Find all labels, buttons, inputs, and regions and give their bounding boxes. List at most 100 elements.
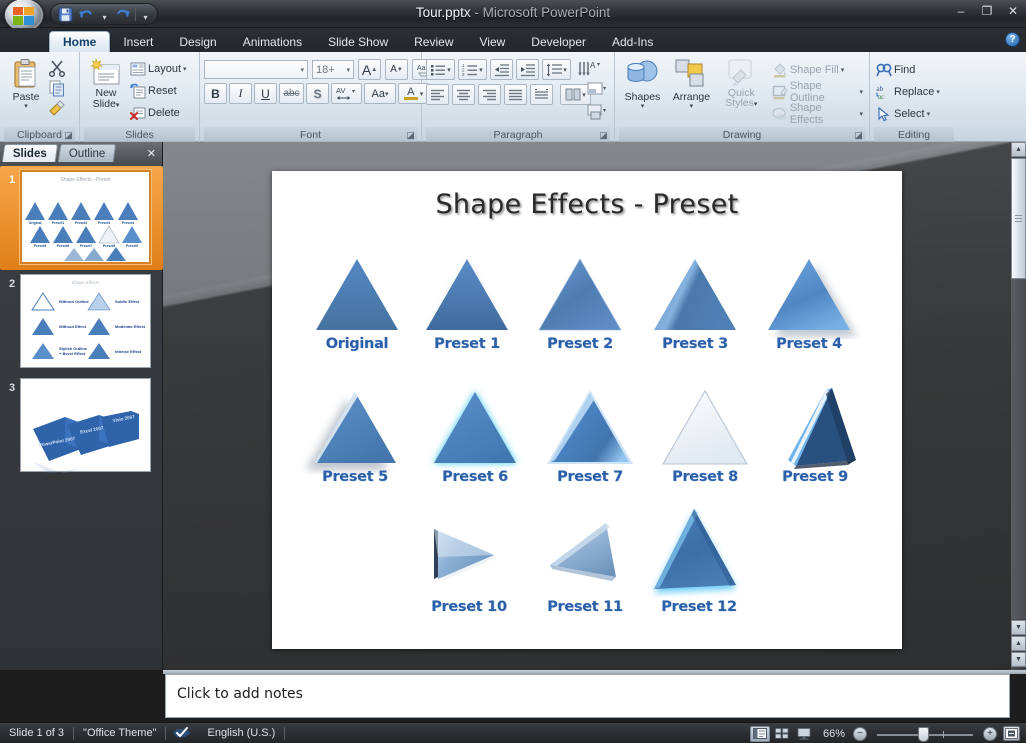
text-direction-icon[interactable]: A ▾	[578, 60, 602, 80]
fit-to-window-icon[interactable]	[1003, 726, 1020, 741]
zoom-out-button[interactable]: −	[853, 726, 867, 741]
slide-thumbnail-1[interactable]: 1 Shape Effects - Preset Original Preset…	[0, 166, 163, 270]
find-button[interactable]: Find	[874, 59, 917, 81]
undo-dropdown-icon[interactable]: ▾	[98, 6, 111, 22]
select-button[interactable]: Select ▾	[874, 103, 932, 125]
tab-animations[interactable]: Animations	[230, 31, 315, 52]
shape-cell-preset-11[interactable]: Preset 11	[526, 511, 644, 623]
status-theme[interactable]: "Office Theme"	[74, 723, 165, 743]
slide-title[interactable]: Shape Effects - Preset	[272, 189, 902, 220]
paste-caret-icon[interactable]: ▾	[24, 103, 28, 110]
decrease-indent-button[interactable]	[490, 59, 513, 80]
tab-view[interactable]: View	[467, 31, 519, 52]
quick-styles-caret-icon[interactable]: ▾	[754, 101, 758, 108]
shape-cell-preset-5[interactable]: Preset 5	[296, 384, 414, 496]
shape-cell-preset-12[interactable]: Preset 12	[640, 501, 758, 615]
zoom-level-label[interactable]: 66%	[815, 723, 853, 743]
layout-caret-icon[interactable]: ▾	[183, 65, 187, 73]
numbering-button[interactable]: 123 ▾	[458, 59, 487, 80]
next-slide-icon[interactable]: ▼	[1011, 652, 1026, 667]
shapes-button[interactable]: Shapes ▾	[619, 55, 666, 110]
shape-fill-caret-icon[interactable]: ▾	[841, 66, 845, 74]
tab-slide-show[interactable]: Slide Show	[315, 31, 401, 52]
restore-button[interactable]: ❐	[978, 2, 996, 20]
shape-effects-button[interactable]: Shape Effects ▾	[770, 102, 865, 126]
copy-icon[interactable]	[48, 79, 68, 98]
shape-cell-original[interactable]: Original	[298, 251, 416, 363]
text-shadow-button[interactable]: S	[306, 83, 329, 104]
previous-slide-icon[interactable]: ▲	[1011, 636, 1026, 651]
slide-thumbnail-3[interactable]: 3 PowerPoint 2007 Excel 2007 Visio 2007	[0, 374, 163, 478]
scroll-up-icon[interactable]: ▲	[1011, 142, 1026, 157]
align-text-icon[interactable]: ▾	[587, 82, 609, 101]
justify-button[interactable]	[504, 84, 527, 105]
clipboard-dialog-launcher[interactable]: ◪	[63, 130, 74, 141]
drawing-dialog-launcher[interactable]: ◪	[853, 130, 864, 141]
line-spacing-button[interactable]: ▾	[542, 59, 571, 80]
font-name-combobox[interactable]: ▾	[204, 60, 308, 79]
strikethrough-button[interactable]: abc	[279, 83, 304, 104]
shape-cell-preset-3[interactable]: Preset 3	[636, 251, 754, 363]
save-icon[interactable]	[56, 6, 74, 23]
replace-button[interactable]: ab ac Replace ▾	[874, 81, 942, 103]
zoom-slider[interactable]	[871, 726, 979, 742]
tab-developer[interactable]: Developer	[518, 31, 599, 52]
delete-slide-button[interactable]: Delete	[128, 102, 189, 124]
zoom-slider-thumb[interactable]	[918, 726, 929, 742]
grow-font-button[interactable]: A ▲	[358, 59, 381, 80]
slide-sorter-icon[interactable]	[772, 726, 792, 742]
font-dialog-launcher[interactable]: ◪	[405, 130, 416, 141]
change-case-button[interactable]: Aa ▾	[364, 83, 396, 104]
arrange-button[interactable]: Arrange ▾	[666, 55, 717, 110]
quick-styles-button[interactable]: Quick Styles▾	[717, 55, 766, 108]
tab-add-ins[interactable]: Add-Ins	[599, 31, 666, 52]
slide-show-icon[interactable]	[794, 726, 814, 742]
tab-home[interactable]: Home	[49, 31, 111, 52]
reset-button[interactable]: Reset	[128, 80, 189, 102]
bold-button[interactable]: B	[204, 83, 227, 104]
status-slide-counter[interactable]: Slide 1 of 3	[0, 723, 73, 743]
format-painter-icon[interactable]	[48, 99, 68, 118]
status-language[interactable]: English (U.S.)	[198, 723, 284, 743]
character-spacing-button[interactable]: AV ▾	[331, 83, 362, 104]
shape-outline-caret-icon[interactable]: ▾	[859, 88, 863, 96]
scrollbar-thumb[interactable]	[1011, 158, 1026, 279]
align-right-button[interactable]	[478, 84, 501, 105]
close-panel-icon[interactable]: ✕	[147, 147, 156, 160]
cut-icon[interactable]	[48, 59, 68, 78]
normal-view-icon[interactable]	[749, 725, 770, 742]
shape-cell-preset-2[interactable]: Preset 2	[521, 251, 639, 363]
tab-outline[interactable]: Outline	[57, 144, 117, 162]
tab-design[interactable]: Design	[166, 31, 229, 52]
notes-pane[interactable]: Click to add notes	[165, 674, 1010, 718]
shape-fill-button[interactable]: Shape Fill ▾	[770, 59, 865, 81]
tab-insert[interactable]: Insert	[110, 31, 166, 52]
shape-cell-preset-9[interactable]: Preset 9	[756, 384, 874, 496]
shape-cell-preset-1[interactable]: Preset 1	[408, 251, 526, 363]
new-slide-caret-icon[interactable]: ▾	[116, 102, 120, 109]
shape-cell-preset-6[interactable]: Preset 6	[416, 384, 534, 496]
replace-caret-icon[interactable]: ▾	[936, 88, 940, 96]
font-size-combobox[interactable]: 18+ ▾	[312, 60, 354, 79]
help-icon[interactable]: ?	[1005, 32, 1020, 47]
align-center-button[interactable]	[452, 84, 475, 105]
paste-button[interactable]: Paste ▾	[4, 55, 48, 110]
shapes-caret-icon[interactable]: ▾	[641, 103, 645, 110]
new-slide-button[interactable]: New Slide▾	[84, 55, 128, 110]
shrink-font-button[interactable]: A ▼	[385, 59, 408, 80]
layout-button[interactable]: Layout ▾	[128, 58, 189, 80]
shape-cell-preset-4[interactable]: Preset 4	[750, 251, 868, 363]
shape-outline-button[interactable]: Shape Outline ▾	[770, 80, 865, 104]
align-left-button[interactable]	[426, 84, 449, 105]
customize-qat-icon[interactable]: ▾	[139, 6, 152, 22]
redo-icon[interactable]	[114, 6, 132, 23]
convert-to-smartart-icon[interactable]: ▾	[587, 103, 609, 122]
shape-effects-caret-icon[interactable]: ▾	[859, 110, 863, 118]
close-button[interactable]: ✕	[1004, 2, 1022, 20]
tab-review[interactable]: Review	[401, 31, 466, 52]
select-caret-icon[interactable]: ▾	[927, 110, 931, 118]
slide-vertical-scrollbar[interactable]: ▲ ▼ ▲ ▼	[1011, 142, 1026, 670]
underline-button[interactable]: U	[254, 83, 277, 104]
shape-cell-preset-8[interactable]: Preset 8	[646, 384, 764, 496]
slide-thumbnail-2[interactable]: 2 Shape Effects Without Outline Subtle Ef…	[0, 270, 163, 374]
